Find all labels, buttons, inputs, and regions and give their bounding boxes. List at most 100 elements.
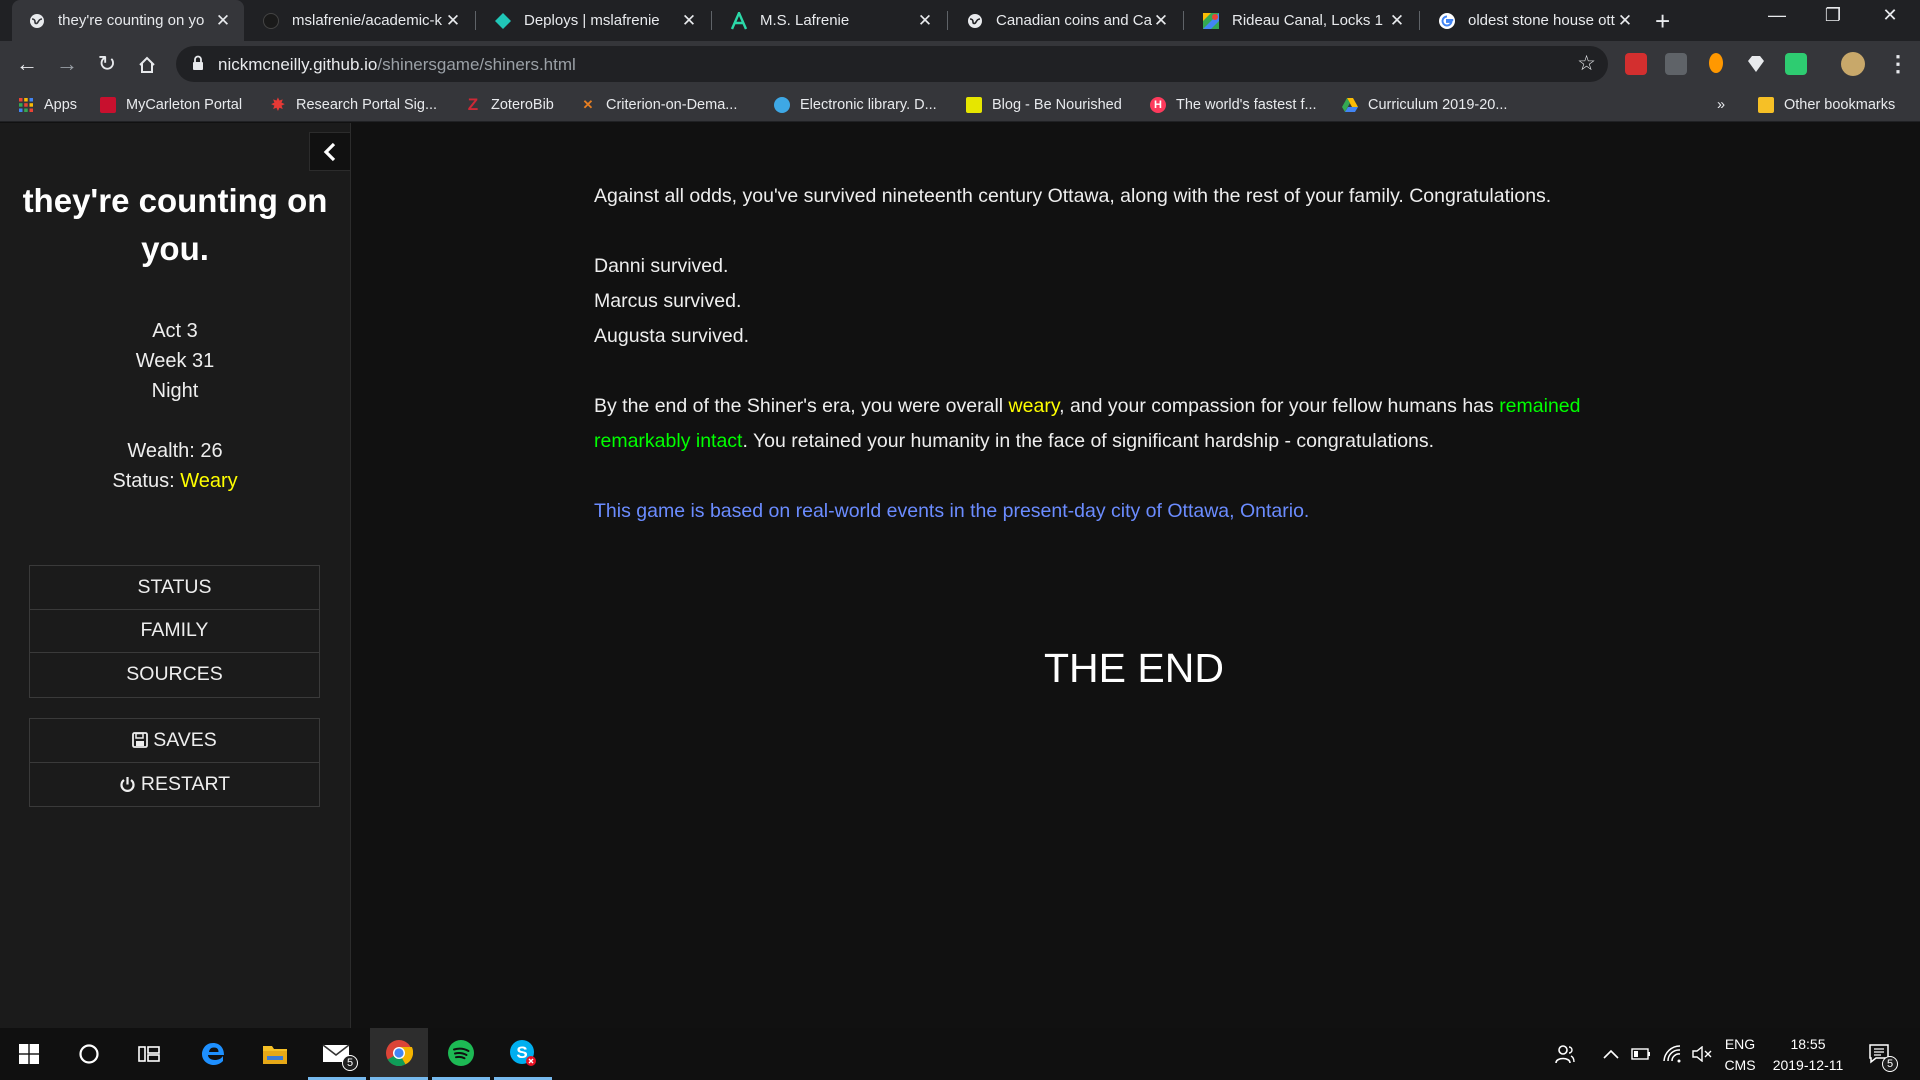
input-language-indicator[interactable]: ENG CMS [1720, 1034, 1760, 1076]
reload-icon[interactable]: ↻ [93, 51, 121, 79]
tab-separator [475, 11, 476, 30]
tab-title: oldest stone house ott [1468, 12, 1615, 29]
edge-browser-icon[interactable] [184, 1028, 242, 1080]
action-center-icon[interactable]: 5 [1868, 1028, 1898, 1080]
menu-label: STATUS [137, 575, 212, 598]
tab-oldest-stone-house[interactable]: oldest stone house ott ✕ [1422, 0, 1646, 41]
extension-icon[interactable] [1665, 53, 1687, 75]
show-hidden-icons-chevron-icon[interactable] [1603, 1028, 1619, 1080]
story-progress: Act 3 Week 31 Night [0, 316, 350, 406]
browser-toolbar: ← → ↻ nickmcneilly.github.io/shinersgame… [0, 41, 1920, 88]
close-window-button[interactable]: ✕ [1862, 5, 1918, 26]
floppy-disk-icon [132, 732, 149, 749]
game-page: they're counting on you. Act 3 Week 31 N… [0, 123, 1920, 1028]
battery-icon[interactable] [1631, 1028, 1651, 1080]
close-tab-icon[interactable]: ✕ [444, 11, 462, 31]
blog-icon [966, 97, 982, 113]
profile-avatar[interactable] [1841, 52, 1865, 76]
survivor-line: Danni survived. [594, 255, 729, 277]
status-menu-button[interactable]: STATUS [30, 566, 319, 610]
forward-arrow-icon[interactable]: → [53, 51, 81, 79]
address-bar[interactable]: nickmcneilly.github.io/shinersgame/shine… [176, 46, 1608, 82]
tab-shiners-game[interactable]: they're counting on yo ✕ [12, 0, 244, 41]
library-icon [774, 97, 790, 113]
back-arrow-icon[interactable]: ← [13, 51, 41, 79]
bookmark-apps[interactable]: Apps [18, 94, 77, 116]
maple-leaf-icon: ✸ [271, 97, 285, 114]
wifi-icon[interactable] [1662, 1028, 1682, 1080]
summary-text: . You retained your humanity in the face… [742, 430, 1435, 452]
bookmark-zoterobib[interactable]: Z ZoteroBib [465, 94, 554, 116]
diamond-extension-icon[interactable] [1745, 53, 1767, 75]
close-tab-icon[interactable]: ✕ [1616, 11, 1634, 31]
restart-button[interactable]: RESTART [30, 763, 319, 807]
menu-label: SOURCES [126, 663, 223, 686]
windows-taskbar: 5 S ENG CMS 18:55 2019-12-11 5 [0, 1028, 1920, 1080]
bookmark-hotjar[interactable]: H The world's fastest f... [1150, 94, 1317, 116]
tab-github[interactable]: mslafrenie/academic-k ✕ [246, 0, 474, 41]
chrome-browser-icon[interactable] [370, 1028, 428, 1080]
family-menu-button[interactable]: FAMILY [30, 610, 319, 653]
windows-start-icon[interactable] [0, 1028, 58, 1080]
close-tab-icon[interactable]: ✕ [1152, 11, 1170, 31]
browser-menu-icon[interactable]: ⋮ [1887, 51, 1909, 77]
lock-icon[interactable] [192, 55, 204, 76]
hotjar-icon: H [1150, 97, 1166, 113]
tab-ms-lafrenie[interactable]: M.S. Lafrenie ✕ [714, 0, 946, 41]
volume-muted-icon[interactable] [1692, 1028, 1712, 1080]
mail-app-icon[interactable]: 5 [308, 1028, 366, 1080]
intro-paragraph: Against all odds, you've survived ninete… [594, 185, 1552, 207]
bookmark-blog[interactable]: Blog - Be Nourished [966, 94, 1122, 116]
summary-text: By the end of the Shiner's era, you were… [594, 395, 1009, 417]
apps-grid-icon [18, 97, 34, 113]
bookmark-label: MyCarleton Portal [126, 97, 243, 113]
search-cortana-icon[interactable] [60, 1028, 118, 1080]
pocket-extension-icon[interactable] [1625, 53, 1647, 75]
bookmark-criterion[interactable]: ✕ Criterion-on-Dema... [580, 94, 738, 116]
bookmark-star-icon[interactable]: ☆ [1577, 51, 1596, 76]
bookmark-mycarleton[interactable]: MyCarleton Portal [100, 94, 242, 116]
menu-label: FAMILY [140, 619, 209, 642]
restore-window-button[interactable]: ❐ [1805, 5, 1861, 26]
bookmark-research-portal[interactable]: ✸ Research Portal Sig... [270, 94, 437, 116]
status-label: Status: [112, 470, 181, 492]
act-label: Act 3 [152, 320, 198, 342]
file-explorer-icon[interactable] [246, 1028, 304, 1080]
close-tab-icon[interactable]: ✕ [916, 11, 934, 31]
system-clock[interactable]: 18:55 2019-12-11 [1760, 1034, 1856, 1076]
people-icon[interactable] [1555, 1028, 1575, 1080]
week-label: Week 31 [135, 350, 215, 372]
story-sidebar: they're counting on you. Act 3 Week 31 N… [0, 123, 351, 1028]
close-tab-icon[interactable]: ✕ [1388, 11, 1406, 31]
honey-extension-icon[interactable] [1709, 53, 1723, 73]
new-tab-button[interactable]: + [1655, 6, 1670, 37]
spotify-icon[interactable] [432, 1028, 490, 1080]
tab-title: Deploys | mslafrenie [524, 12, 660, 29]
bookmark-curriculum[interactable]: Curriculum 2019-20... [1342, 94, 1507, 116]
clock-time: 18:55 [1790, 1036, 1826, 1052]
tab-canadian-coins[interactable]: Canadian coins and Ca ✕ [950, 0, 1182, 41]
summary-paragraph: By the end of the Shiner's era, you were… [594, 389, 1674, 459]
tab-netlify[interactable]: Deploys | mslafrenie ✕ [478, 0, 710, 41]
sources-menu-button[interactable]: SOURCES [30, 653, 319, 697]
survivor-line: Marcus survived. [594, 290, 742, 312]
green-extension-icon[interactable] [1785, 53, 1807, 75]
saves-button[interactable]: SAVES [30, 719, 319, 763]
story-title: they're counting on you. [22, 182, 328, 267]
summary-status: weary [1008, 395, 1060, 417]
minimize-window-button[interactable]: — [1749, 5, 1805, 26]
task-view-icon[interactable] [120, 1028, 178, 1080]
menu-label: SAVES [153, 728, 217, 751]
bookmark-label: Apps [44, 97, 78, 113]
close-tab-icon[interactable]: ✕ [214, 11, 232, 31]
bookmark-other-bookmarks[interactable]: Other bookmarks [1758, 94, 1895, 116]
tab-rideau-canal[interactable]: Rideau Canal, Locks 1 ✕ [1186, 0, 1418, 41]
bookmark-electronic-library[interactable]: Electronic library. D... [774, 94, 937, 116]
keyboard-layout: CMS [1724, 1057, 1756, 1073]
skype-icon[interactable]: S [494, 1028, 552, 1080]
close-tab-icon[interactable]: ✕ [680, 11, 698, 31]
source-note-link[interactable]: This game is based on real-world events … [594, 494, 1674, 529]
bookmarks-overflow-button[interactable]: » [1717, 94, 1725, 116]
sidebar-toggle-button[interactable] [309, 132, 350, 171]
home-icon[interactable] [133, 51, 161, 79]
